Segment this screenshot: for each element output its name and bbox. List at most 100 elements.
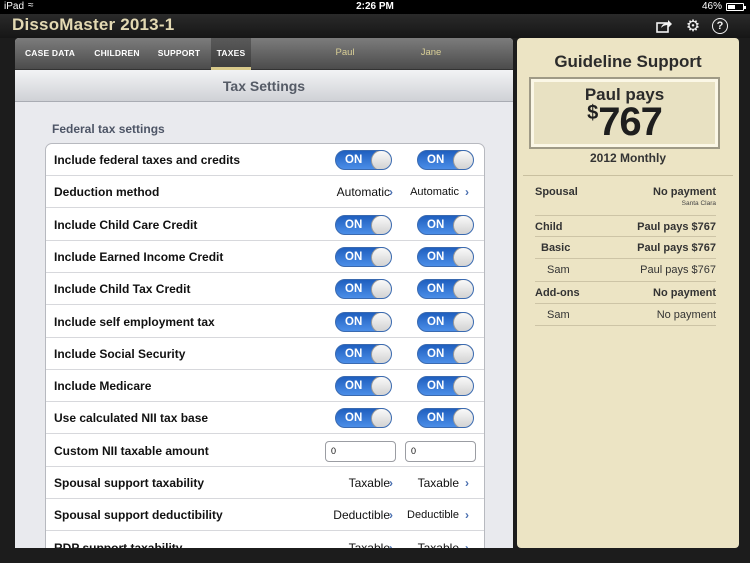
chevron-right-icon[interactable]: › <box>389 532 393 548</box>
settings-row: Include Social Security ON ON <box>46 338 484 370</box>
toggle-paul[interactable]: ON <box>335 150 392 170</box>
chevron-right-icon[interactable]: › <box>389 467 393 499</box>
toggle-jane[interactable]: ON <box>417 150 474 170</box>
toggle-jane[interactable]: ON <box>417 214 474 235</box>
select-value-jane[interactable]: Taxable <box>418 467 459 499</box>
toggle-knob[interactable] <box>371 377 391 396</box>
summary-value: No payment <box>656 309 716 321</box>
chevron-right-icon[interactable]: › <box>465 176 469 208</box>
toggle-knob[interactable] <box>371 215 391 234</box>
select-value-paul[interactable]: Automatic <box>337 176 390 208</box>
tab-case-data[interactable]: CASE DATA <box>15 38 85 70</box>
summary-value: Paul pays $767 <box>637 221 716 233</box>
summary-key: Basic <box>541 242 571 254</box>
tab-taxes[interactable]: TAXES <box>211 38 251 70</box>
toggle-jane[interactable]: ON <box>417 279 474 300</box>
battery-percent: 46% <box>701 1 722 12</box>
settings-row-label: Use calculated NII tax base <box>54 411 209 426</box>
toggle-paul[interactable]: ON <box>335 376 392 397</box>
settings-row-label: Include Social Security <box>54 346 186 361</box>
summary-note: Santa Clara <box>681 200 716 207</box>
toggle-paul[interactable]: ON <box>335 279 392 300</box>
column-header-paul: Paul <box>335 47 355 58</box>
toggle-state-label: ON <box>427 315 445 328</box>
summary-row: Sam Paul pays $767 <box>535 259 716 282</box>
summary-value: Paul pays $767 <box>637 242 716 254</box>
help-icon[interactable]: ? <box>711 17 729 35</box>
toggle-knob[interactable] <box>453 312 473 331</box>
page-title: Tax Settings <box>15 70 513 102</box>
toggle-state-label: ON <box>427 347 445 360</box>
toggle-knob[interactable] <box>453 377 473 396</box>
settings-row: Custom NII taxable amount 0 0 <box>46 435 484 467</box>
nii-amount-input-paul[interactable]: 0 <box>325 440 396 462</box>
toggle-paul[interactable]: ON <box>335 408 392 429</box>
select-value-paul[interactable]: Taxable <box>349 467 390 499</box>
settings-row[interactable]: RDP support taxability Taxable › Taxable › <box>46 532 484 548</box>
select-value-paul[interactable]: Deductible <box>333 499 390 531</box>
settings-row-label: Deduction method <box>54 185 160 200</box>
toggle-knob[interactable] <box>453 215 473 234</box>
toggle-knob[interactable] <box>371 409 391 428</box>
amount-value: 767 <box>598 100 663 144</box>
tab-children[interactable]: CHILDREN <box>85 38 149 70</box>
toggle-paul[interactable]: ON <box>335 311 392 332</box>
settings-row: Use calculated NII tax base ON ON <box>46 402 484 435</box>
toggle-knob[interactable] <box>453 247 473 266</box>
toggle-state-label: ON <box>345 218 363 231</box>
settings-row[interactable]: Spousal support deductibility Deductible ›… <box>46 499 484 532</box>
toggle-knob[interactable] <box>371 344 391 363</box>
settings-row-label: Include Earned Income Credit <box>54 249 224 264</box>
status-bar: iPad ≈ 2:26 PM 46% <box>0 0 750 14</box>
chevron-right-icon[interactable]: › <box>465 532 469 548</box>
settings-row-label: Include Child Care Credit <box>54 217 198 232</box>
select-value-jane[interactable]: Automatic <box>410 176 459 208</box>
settings-row: Include federal taxes and credits ON ON <box>46 144 484 176</box>
toggle-knob[interactable] <box>371 280 391 299</box>
guideline-title: Guideline Support <box>554 52 702 71</box>
share-icon[interactable] <box>655 17 673 35</box>
toggle-knob[interactable] <box>453 409 473 428</box>
toggle-state-label: ON <box>345 283 363 296</box>
summary-row: Spousal No payment Santa Clara <box>535 181 716 216</box>
toggle-paul[interactable]: ON <box>335 343 392 364</box>
tax-settings-panel: CASE DATA CHILDREN SUPPORT TAXES Paul Ja… <box>15 38 513 548</box>
settings-row[interactable]: Deduction method Automatic › Automatic › <box>46 176 484 209</box>
app-title: DissoMaster 2013-1 <box>12 15 175 34</box>
nii-amount-input-jane[interactable]: 0 <box>405 440 476 462</box>
toggle-paul[interactable]: ON <box>335 214 392 235</box>
toggle-jane[interactable]: ON <box>417 311 474 332</box>
chevron-right-icon[interactable]: › <box>465 467 469 499</box>
toggle-state-label: ON <box>345 154 363 166</box>
toggle-paul[interactable]: ON <box>335 246 392 267</box>
toggle-knob[interactable] <box>453 344 473 363</box>
toggle-state-label: ON <box>427 154 445 166</box>
chevron-right-icon[interactable]: › <box>389 499 393 531</box>
summary-key: Add-ons <box>535 287 580 299</box>
summary-key: Child <box>535 221 563 233</box>
toggle-jane[interactable]: ON <box>417 343 474 364</box>
toggle-knob[interactable] <box>453 280 473 299</box>
currency-symbol: $ <box>587 102 599 124</box>
chevron-right-icon[interactable]: › <box>389 176 393 208</box>
support-period: 2012 Monthly <box>589 151 667 165</box>
chevron-right-icon[interactable]: › <box>465 499 469 531</box>
tab-support[interactable]: SUPPORT <box>149 38 209 70</box>
toggle-state-label: ON <box>427 380 445 393</box>
toggle-jane[interactable]: ON <box>417 246 474 267</box>
select-value-jane[interactable]: Deductible <box>407 499 459 531</box>
toggle-jane[interactable]: ON <box>417 376 474 397</box>
gear-icon[interactable]: ⚙ <box>684 17 702 35</box>
toggle-knob[interactable] <box>371 247 391 266</box>
toggle-knob[interactable] <box>371 151 391 169</box>
summary-value: No payment <box>653 287 716 299</box>
toggle-knob[interactable] <box>453 151 473 169</box>
settings-row-label: Include federal taxes and credits <box>54 153 241 167</box>
toggle-jane[interactable]: ON <box>417 408 474 429</box>
toggle-knob[interactable] <box>371 312 391 331</box>
select-value-jane[interactable]: Taxable <box>418 532 459 548</box>
summary-value: Paul pays $767 <box>640 264 716 276</box>
toggle-state-label: ON <box>345 315 363 328</box>
select-value-paul[interactable]: Taxable <box>349 532 390 548</box>
settings-row[interactable]: Spousal support taxability Taxable › Taxabl… <box>46 467 484 499</box>
